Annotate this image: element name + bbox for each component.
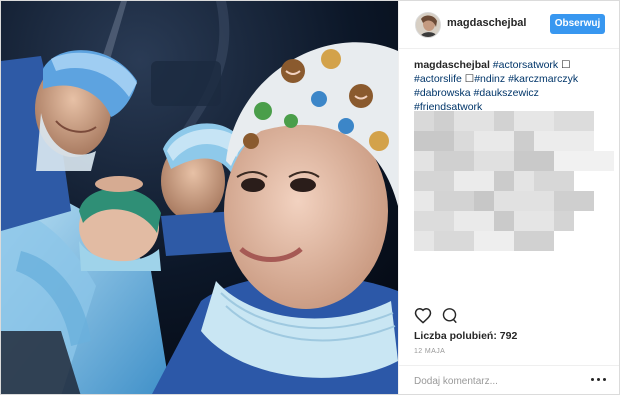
post-photo[interactable] bbox=[1, 1, 398, 394]
comment-input[interactable] bbox=[414, 373, 574, 389]
caption-username[interactable]: magdaschejbal bbox=[414, 59, 490, 71]
heart-icon[interactable] bbox=[414, 307, 432, 329]
hashtag-dabrowska[interactable]: #dabrowska bbox=[414, 87, 471, 99]
caption-box-glyph-2: ☐ bbox=[464, 73, 475, 85]
post-caption: magdaschejbal #actorsatwork ☐ #actorslif… bbox=[414, 58, 614, 114]
likes-label: Liczba polubień: bbox=[414, 330, 497, 342]
instagram-post-embed: magdaschejbal Obserwuj magdaschejbal #ac… bbox=[0, 0, 620, 395]
comment-bar bbox=[399, 365, 619, 394]
post-date[interactable]: 12 MAJA bbox=[414, 348, 445, 355]
post-sidebar: magdaschejbal Obserwuj magdaschejbal #ac… bbox=[398, 1, 619, 394]
speech-bubble-icon[interactable] bbox=[441, 307, 458, 329]
hashtag-actorslife[interactable]: #actorslife bbox=[414, 73, 462, 85]
hashtag-daukszewicz[interactable]: #daukszewicz bbox=[474, 87, 539, 99]
likes-number: 792 bbox=[499, 330, 518, 342]
avatar-image bbox=[416, 13, 440, 37]
likes-count: Liczba polubień: 792 bbox=[414, 330, 517, 342]
follow-button[interactable]: Obserwuj bbox=[550, 14, 605, 34]
post-header: magdaschejbal Obserwuj bbox=[399, 1, 619, 49]
more-options-icon[interactable] bbox=[591, 375, 607, 383]
hashtag-actorsatwork[interactable]: #actorsatwork bbox=[493, 59, 558, 71]
hashtag-karczmarczyk[interactable]: #karczmarczyk bbox=[508, 73, 578, 85]
post-actions bbox=[414, 307, 614, 327]
header-username[interactable]: magdaschejbal bbox=[447, 17, 526, 29]
surgical-selfie-image bbox=[1, 1, 398, 394]
pixelated-comments bbox=[414, 111, 614, 251]
hashtag-ndinz[interactable]: #ndinz bbox=[474, 73, 505, 85]
avatar[interactable] bbox=[415, 12, 441, 38]
caption-box-glyph: ☐ bbox=[561, 59, 571, 71]
